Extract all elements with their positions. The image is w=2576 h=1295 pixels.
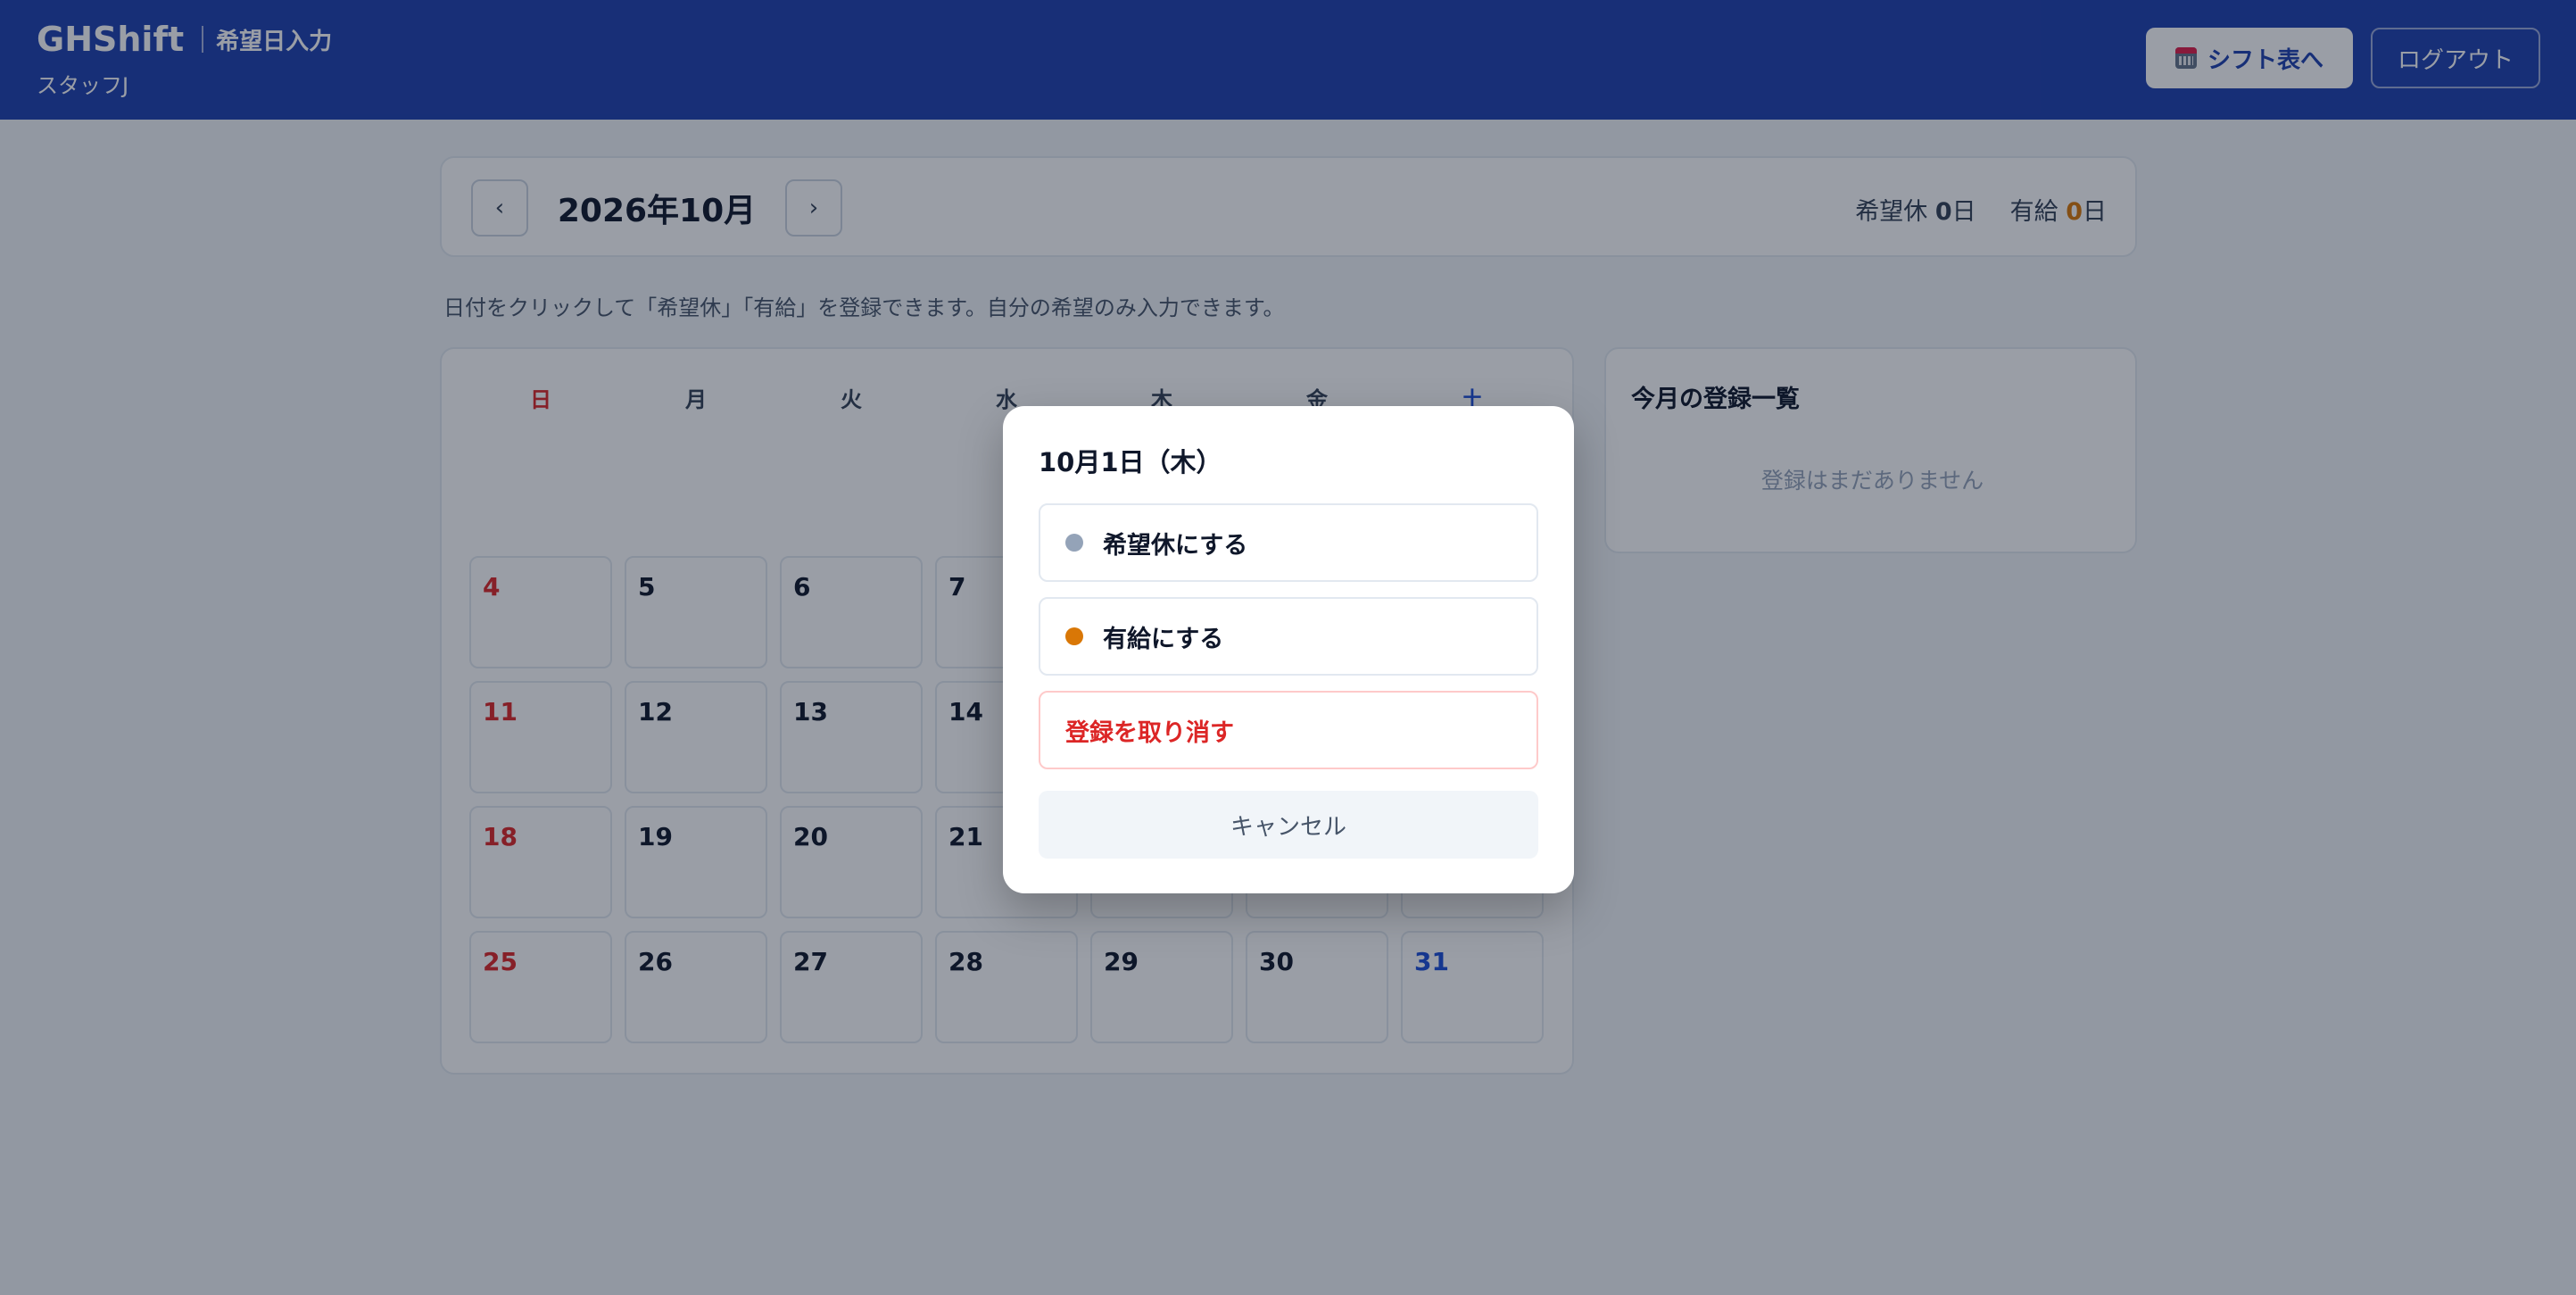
holiday-dot-icon bbox=[1065, 534, 1083, 552]
date-action-modal: 10月1日（木） 希望休にする 有給にする 登録を取り消す キャンセル bbox=[1003, 406, 1574, 893]
set-holiday-button[interactable]: 希望休にする bbox=[1039, 503, 1538, 582]
paid-dot-icon bbox=[1065, 627, 1083, 645]
remove-registration-button[interactable]: 登録を取り消す bbox=[1039, 691, 1538, 769]
set-paid-leave-button[interactable]: 有給にする bbox=[1039, 597, 1538, 676]
set-holiday-label: 希望休にする bbox=[1103, 531, 1248, 560]
modal-title: 10月1日（木） bbox=[1039, 447, 1222, 477]
cancel-button[interactable]: キャンセル bbox=[1039, 791, 1538, 859]
set-paid-leave-label: 有給にする bbox=[1103, 625, 1224, 653]
